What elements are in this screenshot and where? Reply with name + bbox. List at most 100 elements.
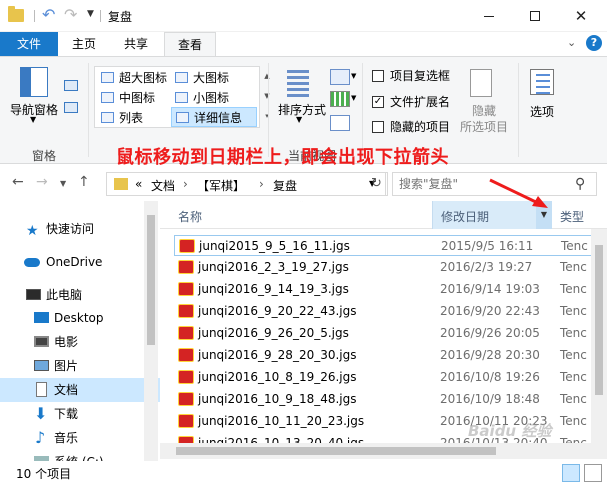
file-name: junqi2016_9_26_20_5.jgs xyxy=(198,326,349,340)
divider xyxy=(34,10,35,22)
hidden-items-toggle[interactable]: 隐藏的项目 xyxy=(370,117,450,137)
details-pane-icon[interactable] xyxy=(64,102,78,113)
desktop-icon xyxy=(34,312,49,323)
back-arrow-icon[interactable]: ← xyxy=(12,174,24,190)
medium-icons-icon xyxy=(101,92,114,103)
navigation-pane: ★ 快速访问 OneDrive 此电脑 Desktop 电影 图片 文档 ⬇ 下… xyxy=(0,201,160,463)
table-row[interactable]: junqi2016_9_26_20_5.jgs 2016/9/26 20:05 Te… xyxy=(174,323,594,344)
window-title: 复盘 xyxy=(108,10,133,24)
nav-item-music[interactable]: ♪ 音乐 xyxy=(0,426,160,450)
layout-list[interactable]: 列表 xyxy=(97,108,171,128)
tab-file[interactable]: 文件 xyxy=(0,32,58,56)
column-header-row: ⌃ 名称 修改日期 ▼ 类型 xyxy=(160,201,607,229)
table-row[interactable]: junqi2016_10_8_19_26.jgs 2016/10/8 19:26 T… xyxy=(174,367,594,388)
file-type: Tenc xyxy=(560,260,587,274)
nav-item-quick-access[interactable]: ★ 快速访问 xyxy=(0,217,160,241)
file-date: 2015/9/5 16:11 xyxy=(441,239,534,253)
nav-item-videos[interactable]: 电影 xyxy=(0,330,160,354)
forward-arrow-icon[interactable]: → xyxy=(36,174,48,190)
file-extensions-toggle[interactable]: ✓ 文件扩展名 xyxy=(370,92,450,112)
minimize-button[interactable] xyxy=(466,0,512,32)
small-icons-icon xyxy=(175,92,188,103)
item-checkboxes-toggle[interactable]: 项目复选框 xyxy=(370,66,450,86)
breadcrumb-separator-icon[interactable]: › xyxy=(259,177,264,191)
chevron-down-icon[interactable]: ⌄ xyxy=(567,36,576,49)
file-list-scrollbar[interactable] xyxy=(591,229,607,443)
checkbox[interactable] xyxy=(372,121,384,133)
nav-item-onedrive[interactable]: OneDrive xyxy=(0,250,160,274)
recent-locations-dropdown-icon[interactable]: ▼ xyxy=(60,179,66,188)
divider xyxy=(88,63,89,157)
address-bar[interactable]: « 文档 › 【军棋】 › 复盘 ▼ xyxy=(106,172,386,196)
breadcrumb-item[interactable]: 复盘 xyxy=(273,177,297,194)
nav-item-desktop[interactable]: Desktop xyxy=(0,306,160,330)
breadcrumb-separator-icon[interactable]: › xyxy=(183,177,188,191)
large-icons-icon xyxy=(175,72,188,83)
table-row[interactable]: junqi2016_10_9_18_48.jgs 2016/10/9 18:48 T… xyxy=(174,389,594,410)
large-icons-view-icon[interactable] xyxy=(584,464,602,482)
quick-access-dropdown-icon[interactable]: ▼ xyxy=(87,9,94,19)
checkbox-checked[interactable]: ✓ xyxy=(372,96,384,108)
column-header-date[interactable]: 修改日期 xyxy=(432,201,552,229)
table-row[interactable]: junqi2016_9_20_22_43.jgs 2016/9/20 22:43 T… xyxy=(174,301,594,322)
picture-icon xyxy=(34,360,49,371)
table-row[interactable]: junqi2016_9_14_19_3.jgs 2016/9/14 19:03 Te… xyxy=(174,279,594,300)
layout-details[interactable]: 详细信息 xyxy=(171,107,257,127)
file-type: Tenc xyxy=(560,370,587,384)
scrollbar-thumb[interactable] xyxy=(147,215,155,345)
search-box[interactable]: ⚲ xyxy=(392,172,597,196)
size-columns-icon[interactable] xyxy=(330,115,350,131)
layout-extra-large-icons[interactable]: 超大图标 xyxy=(97,68,173,88)
add-columns-icon[interactable] xyxy=(330,91,350,107)
scrollbar-thumb[interactable] xyxy=(595,245,603,395)
close-button[interactable]: ✕ xyxy=(558,0,604,32)
up-arrow-icon[interactable]: ↑ xyxy=(78,174,90,190)
file-date: 2016/9/14 19:03 xyxy=(440,282,540,296)
music-icon: ♪ xyxy=(35,428,46,447)
file-name: junqi2016_10_8_19_26.jgs xyxy=(198,370,357,384)
tab-share[interactable]: 共享 xyxy=(110,32,162,56)
maximize-button[interactable] xyxy=(512,0,558,32)
checkbox[interactable] xyxy=(372,70,384,82)
column-header-name[interactable]: 名称 xyxy=(178,208,202,225)
column-header-type[interactable]: 类型 xyxy=(560,208,584,225)
breadcrumb-item[interactable]: 文档 xyxy=(151,177,175,194)
layout-medium-icons[interactable]: 中图标 xyxy=(97,88,173,108)
options-button[interactable]: 选项 xyxy=(526,103,558,120)
undo-icon[interactable]: ↶ xyxy=(42,5,55,24)
tab-view[interactable]: 查看 xyxy=(164,32,216,56)
layout-scroll[interactable]: ▲ ▼ ▾ xyxy=(262,66,272,128)
preview-pane-icon[interactable] xyxy=(64,80,78,91)
watermark: Baidu 经验 xyxy=(468,422,552,440)
search-input[interactable] xyxy=(399,176,569,192)
nav-item-this-pc[interactable]: 此电脑 xyxy=(0,283,160,307)
file-list-horizontal-scrollbar[interactable] xyxy=(160,443,607,459)
nav-pane-scrollbar[interactable] xyxy=(144,201,158,463)
jgs-file-icon xyxy=(179,239,195,253)
group-by-icon[interactable] xyxy=(330,69,350,85)
minimize-icon xyxy=(484,15,494,17)
details-view-icon[interactable] xyxy=(562,464,580,482)
jgs-file-icon xyxy=(178,304,194,318)
table-row[interactable]: junqi2016_2_3_19_27.jgs 2016/2/3 19:27 Ten… xyxy=(174,257,594,278)
breadcrumb-item[interactable]: 【军棋】 xyxy=(197,177,245,194)
layout-small-icons[interactable]: 小图标 xyxy=(171,88,257,108)
nav-item-documents[interactable]: 文档 xyxy=(0,378,160,402)
table-row[interactable]: junqi2015_9_5_16_11.jgs 2015/9/5 16:11 Ten… xyxy=(174,235,594,256)
scrollbar-thumb[interactable] xyxy=(176,447,496,455)
layout-large-icons[interactable]: 大图标 xyxy=(171,68,257,88)
hide-selected-items-button[interactable]: 隐藏 所选项目 xyxy=(456,103,512,135)
file-type: Tenc xyxy=(560,414,587,428)
nav-item-pictures[interactable]: 图片 xyxy=(0,354,160,378)
tab-home[interactable]: 主页 xyxy=(60,32,108,56)
document-icon xyxy=(36,382,47,397)
redo-icon[interactable]: ↷ xyxy=(64,5,77,24)
date-filter-dropdown-icon[interactable]: ▼ xyxy=(536,201,552,229)
help-icon[interactable]: ? xyxy=(586,35,602,51)
nav-item-downloads[interactable]: ⬇ 下载 xyxy=(0,402,160,426)
search-icon[interactable]: ⚲ xyxy=(575,176,585,192)
refresh-icon[interactable]: ↻ xyxy=(366,172,388,196)
details-icon xyxy=(176,112,189,123)
table-row[interactable]: junqi2016_9_28_20_30.jgs 2016/9/28 20:30 T… xyxy=(174,345,594,366)
breadcrumb-overflow[interactable]: « xyxy=(135,177,142,191)
